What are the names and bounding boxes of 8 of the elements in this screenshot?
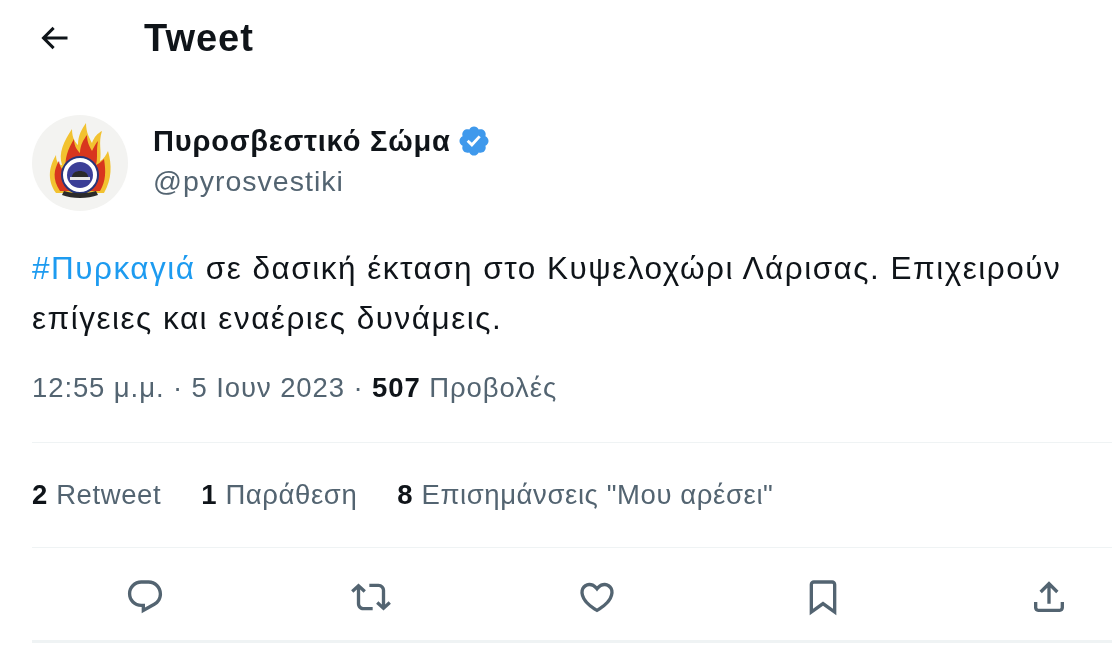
tweet-text: #Πυρκαγιά σε δασική έκταση στο Κυψελοχώρι Λάρισας. Επιχειρούν επίγειες και εναέριες δυνάμεις. — [32, 249, 1063, 338]
stat-link[interactable]: 8 Επισημάνσεις "Μου αρέσει" — [397, 478, 774, 512]
stat-link[interactable]: 1 Παράθεση — [201, 478, 358, 512]
tweet-timestamp: 12:55 μ.μ. · 5 Ιουν 2023 · 507 Προβολές — [32, 371, 558, 405]
stat-link[interactable]: 2 Retweet — [32, 478, 162, 512]
author-handle: @pyrosvestiki — [153, 164, 345, 198]
author-name: Πυροσβεστικό Σώμα — [153, 124, 451, 158]
page-title: Tweet — [144, 16, 254, 60]
